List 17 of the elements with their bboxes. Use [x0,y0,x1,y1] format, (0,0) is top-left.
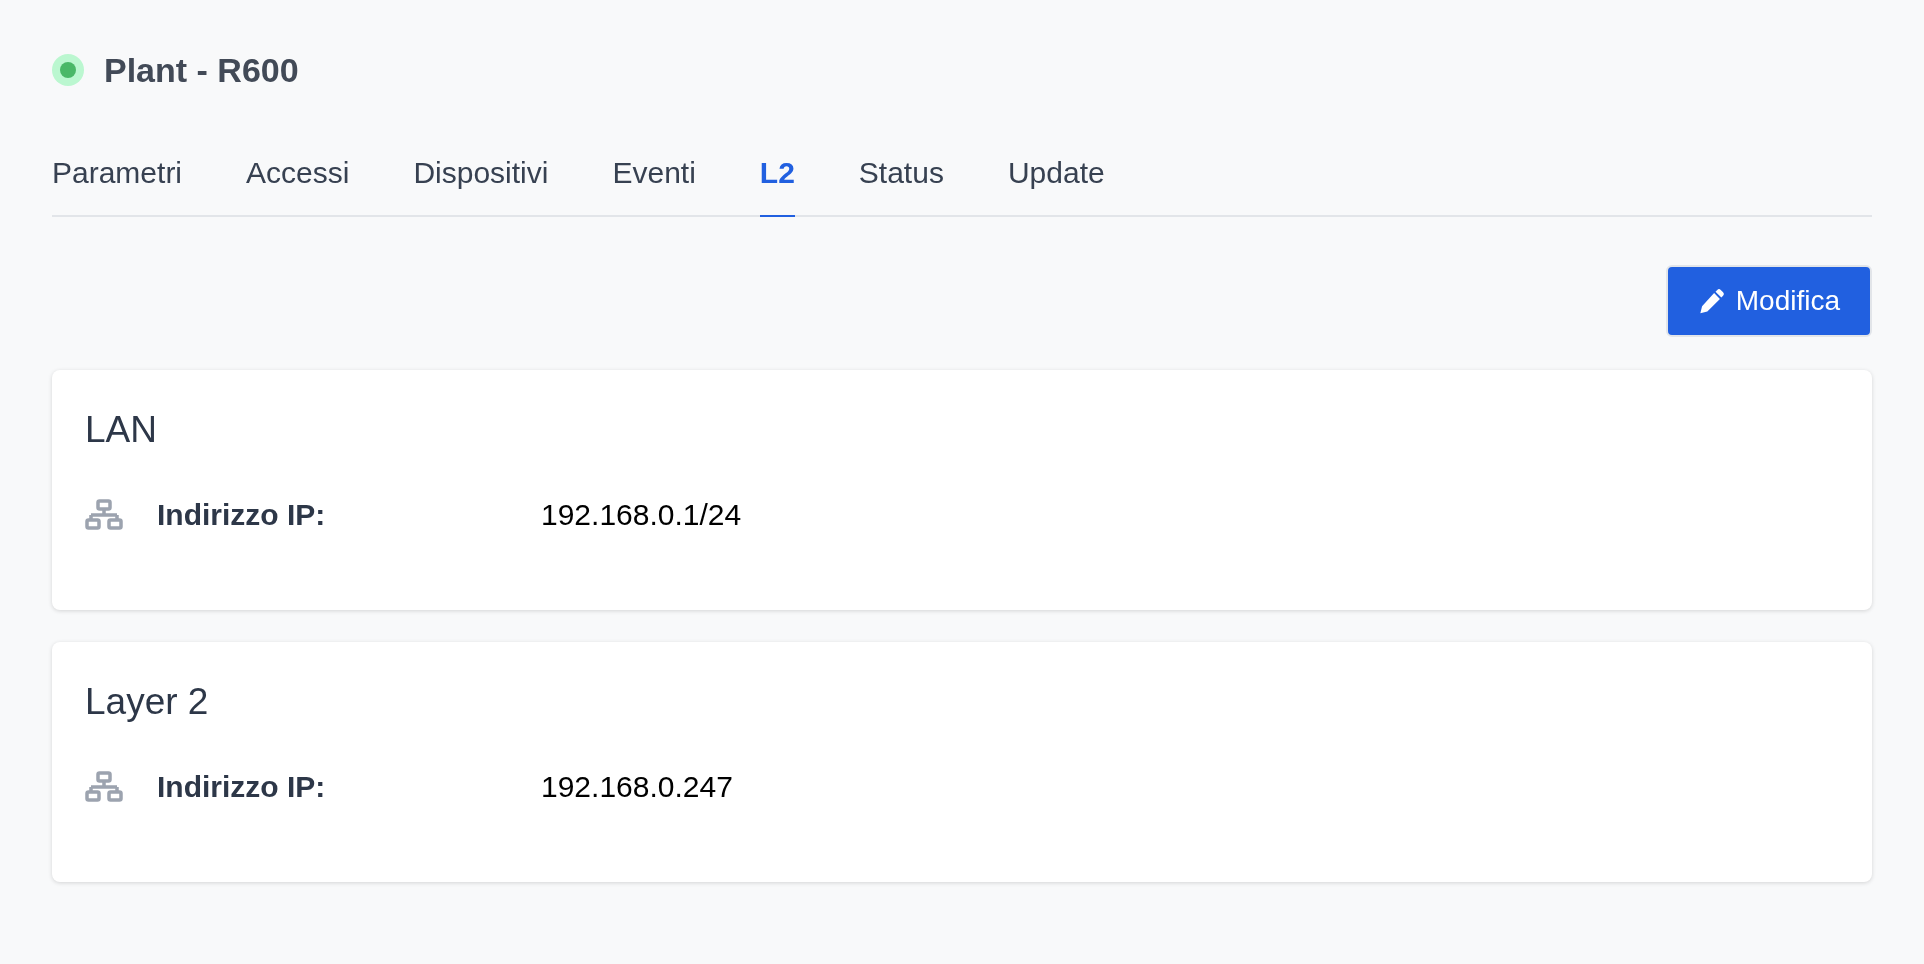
field-label: Indirizzo IP: [157,769,327,805]
field-value: 192.168.0.247 [541,769,733,805]
page-title: Plant - R600 [104,49,299,91]
card-title: LAN [85,408,158,452]
network-icon [85,498,123,531]
tab[interactable]: Status [858,150,944,217]
tab[interactable]: Update [1007,150,1105,217]
field-value: 192.168.0.1/24 [541,497,742,533]
card-title: Layer 2 [85,680,210,724]
tab[interactable]: Eventi [612,150,696,217]
edit-button[interactable]: Modifica [1665,265,1872,337]
tab[interactable]: Accessi [246,150,350,217]
tab[interactable]: Parametri [52,150,183,217]
tab[interactable]: L2 [759,150,795,217]
tab[interactable]: Dispositivi [413,150,549,217]
network-icon [85,770,123,803]
field-label: Indirizzo IP: [157,497,327,533]
